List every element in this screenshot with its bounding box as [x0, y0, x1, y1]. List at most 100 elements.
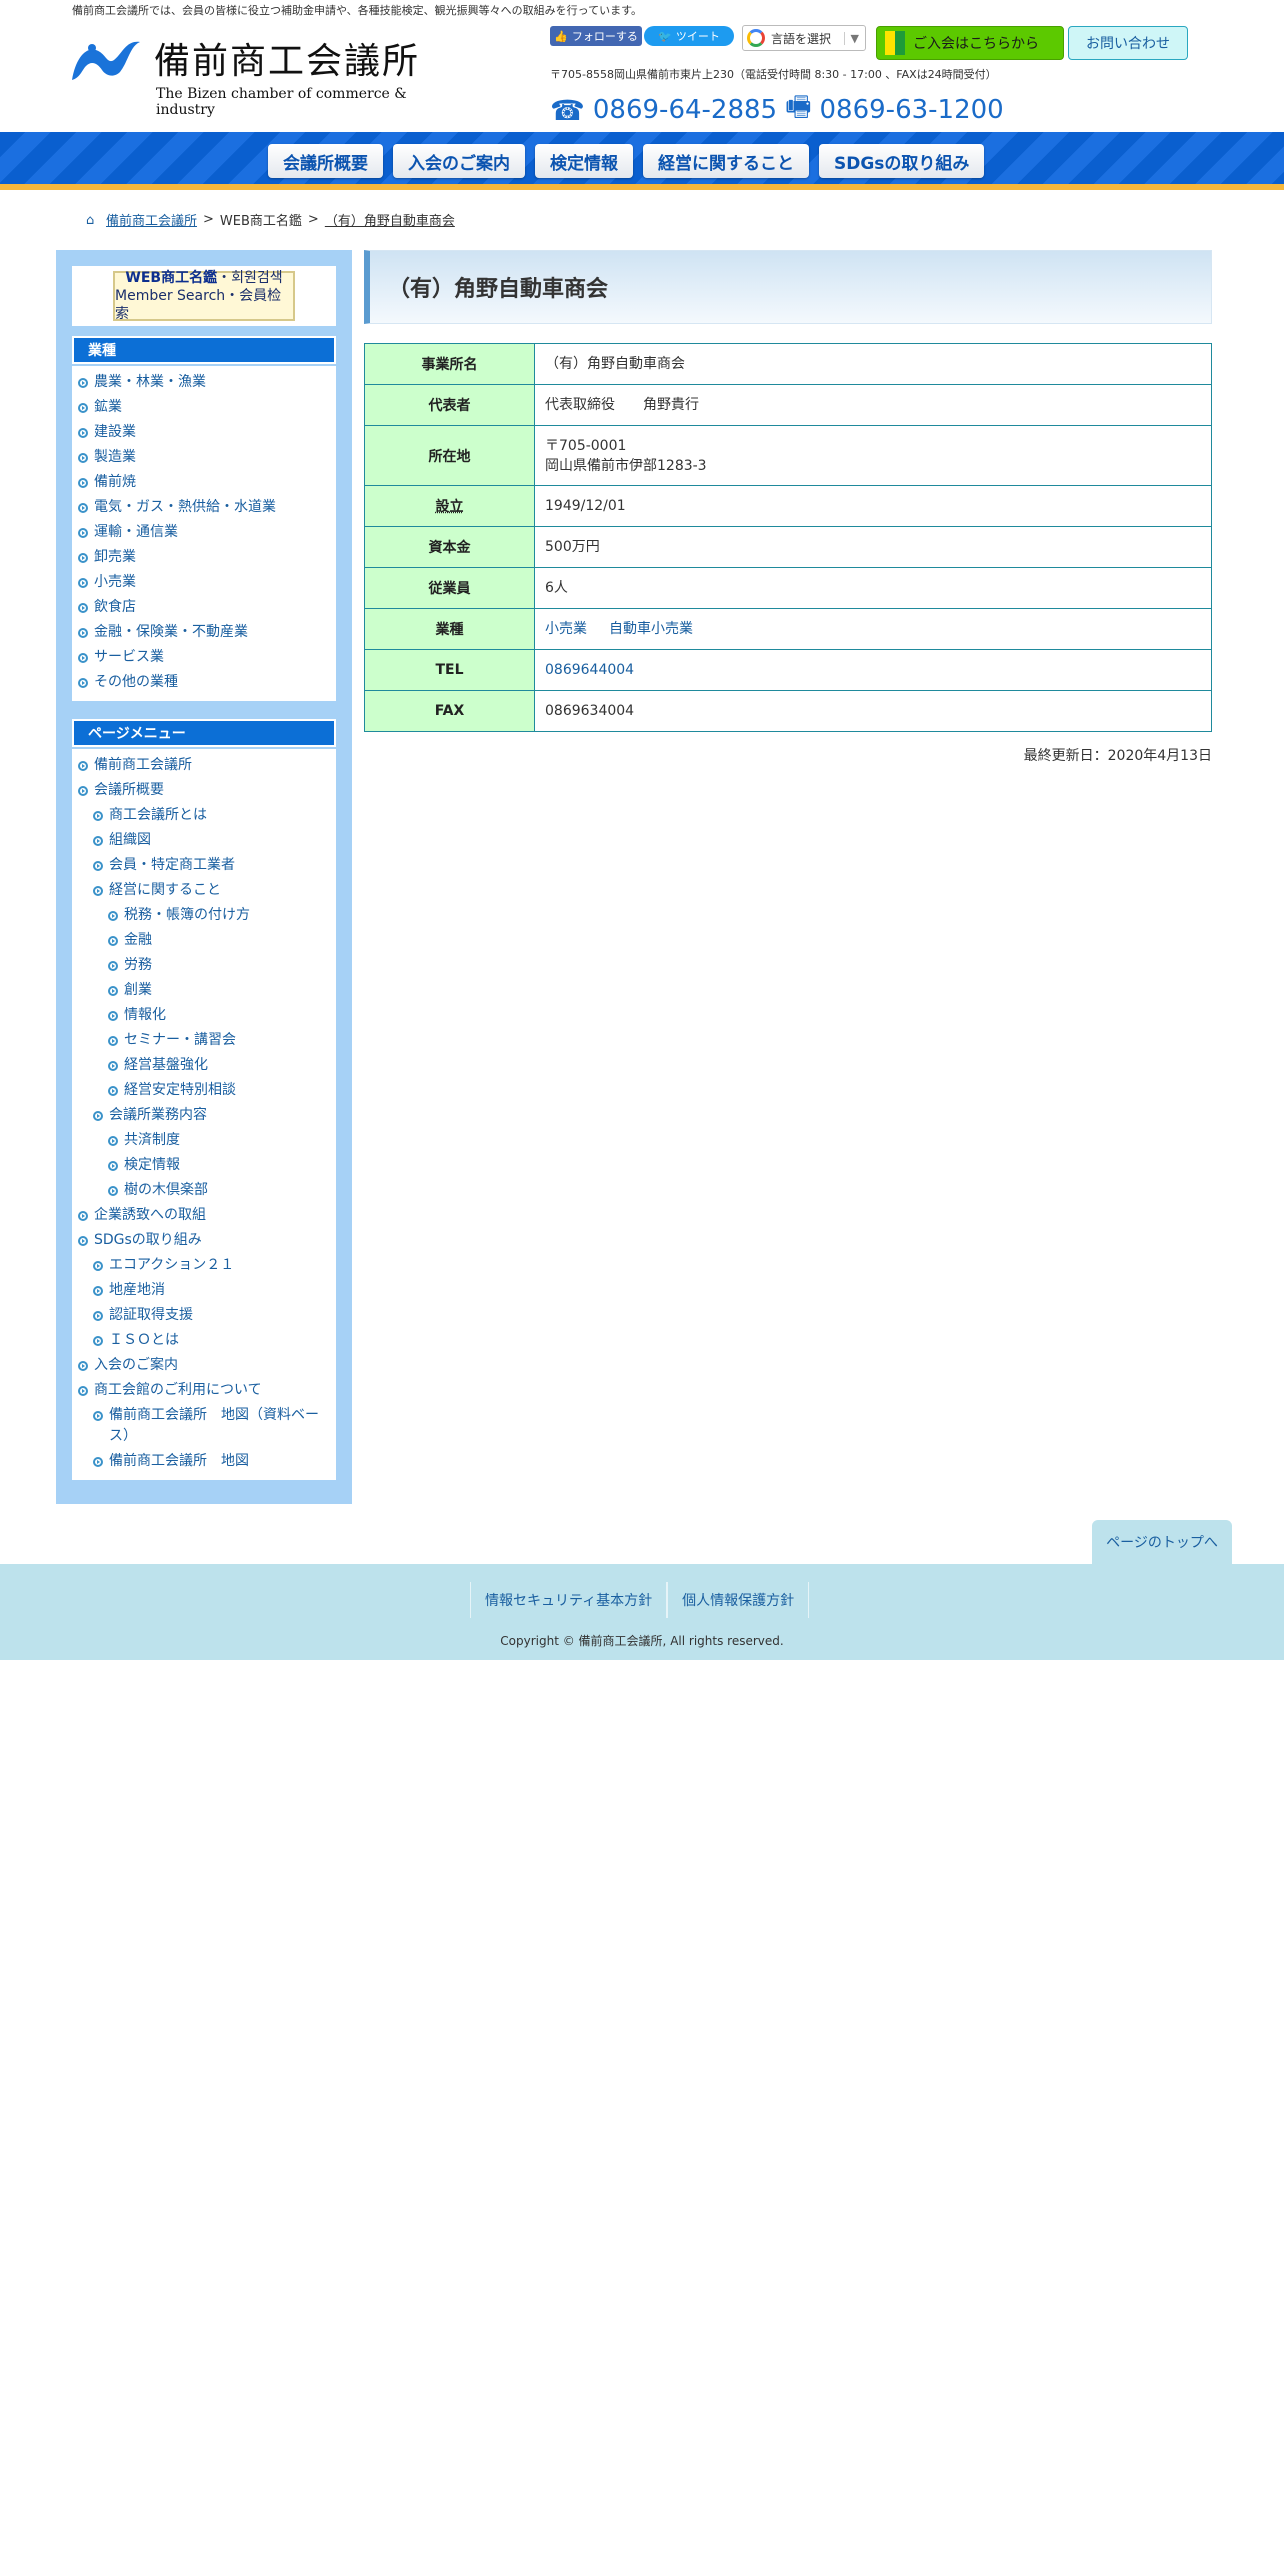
sidebar-item[interactable]: 金融・保険業・不動産業 — [72, 620, 336, 645]
sidebar-item[interactable]: 電気・ガス・熱供給・水道業 — [72, 495, 336, 520]
bullet-arrow-icon — [78, 478, 88, 488]
industry-link-retail[interactable]: 小売業 — [545, 621, 587, 637]
sidebar-item[interactable]: 飲食店 — [72, 595, 336, 620]
bullet-arrow-icon — [108, 1136, 118, 1146]
sidebar-item[interactable]: 税務・帳簿の付け方 — [72, 903, 336, 928]
bullet-arrow-icon — [93, 1457, 103, 1467]
nav-item-management[interactable]: 経営に関すること — [643, 144, 809, 178]
sidebar-item[interactable]: 入会のご案内 — [72, 1353, 336, 1378]
sidebar-item[interactable]: 組織図 — [72, 828, 336, 853]
sidebar-item[interactable]: 製造業 — [72, 445, 336, 470]
sidebar-item[interactable]: 商工会議所とは — [72, 803, 336, 828]
sidebar-item[interactable]: 会員・特定商工業者 — [72, 853, 336, 878]
sidebar-item[interactable]: 創業 — [72, 978, 336, 1003]
facebook-follow-button[interactable]: 👍 フォローする — [550, 26, 642, 46]
bullet-arrow-icon — [93, 836, 103, 846]
tel-link[interactable]: 0869644004 — [545, 662, 634, 678]
sidebar-item[interactable]: 経営安定特別相談 — [72, 1078, 336, 1103]
sidebar-item-label: 金融 — [124, 932, 152, 948]
sidebar-item-label: 卸売業 — [94, 549, 136, 565]
nav-item-exams[interactable]: 検定情報 — [535, 144, 633, 178]
bullet-arrow-icon — [93, 1111, 103, 1121]
breadcrumb-current[interactable]: （有）角野自動車商会 — [325, 210, 455, 229]
dropdown-arrow-icon: ▼ — [843, 31, 865, 45]
sidebar-item[interactable]: 鉱業 — [72, 395, 336, 420]
industry-link-auto-retail[interactable]: 自動車小売業 — [609, 621, 693, 637]
sidebar-item[interactable]: 小売業 — [72, 570, 336, 595]
sidebar-item[interactable]: 会議所業務内容 — [72, 1103, 336, 1128]
sidebar-item-label: 地産地消 — [109, 1282, 165, 1298]
language-label: 言語を選択 — [771, 31, 832, 46]
sidebar-item[interactable]: 農業・林業・漁業 — [72, 370, 336, 395]
sidebar-item[interactable]: 備前焼 — [72, 470, 336, 495]
nav-item-membership[interactable]: 入会のご案内 — [393, 144, 525, 178]
row-value-capital: 500万円 — [534, 526, 1212, 568]
join-button[interactable]: ご入会はこちらから — [876, 26, 1064, 60]
tweet-label: ツイート — [675, 30, 720, 43]
bullet-arrow-icon — [78, 1386, 88, 1396]
sidebar-item-label: ＩＳＯとは — [109, 1332, 179, 1348]
footer-link-privacy-policy[interactable]: 個人情報保護方針 — [667, 1582, 810, 1618]
row-label-address: 所在地 — [364, 425, 535, 486]
sidebar-item[interactable]: 情報化 — [72, 1003, 336, 1028]
sidebar-item[interactable]: 企業誘致への取組 — [72, 1203, 336, 1228]
sidebar-item[interactable]: 経営基盤強化 — [72, 1053, 336, 1078]
row-label-rep: 代表者 — [364, 384, 535, 426]
back-to-top-button[interactable]: ページのトップへ — [1092, 1520, 1232, 1564]
sidebar-item[interactable]: 商工会館のご利用について — [72, 1378, 336, 1403]
sidebar-item[interactable]: 会議所概要 — [72, 778, 336, 803]
sidebar-item[interactable]: 労務 — [72, 953, 336, 978]
sidebar-item[interactable]: 金融 — [72, 928, 336, 953]
bullet-arrow-icon — [93, 1311, 103, 1321]
sidebar-item[interactable]: 樹の木倶楽部 — [72, 1178, 336, 1203]
nav-item-sdgs[interactable]: SDGsの取り組み — [819, 144, 985, 178]
sidebar-item[interactable]: 認証取得支援 — [72, 1303, 336, 1328]
sidebar-item-label: 農業・林業・漁業 — [94, 374, 206, 390]
banner-subtitle: Member Search・会員检索 — [115, 287, 282, 323]
sidebar-item[interactable]: 運輸・通信業 — [72, 520, 336, 545]
table-row: 設立 1949/12/01 — [364, 485, 1212, 527]
sidebar-item-label: 労務 — [124, 957, 152, 973]
sidebar-item-label: 会員・特定商工業者 — [109, 857, 235, 873]
sidebar-item[interactable]: 地産地消 — [72, 1278, 336, 1303]
bullet-arrow-icon — [78, 1361, 88, 1371]
postal-code: 〒705-0001 — [545, 437, 627, 454]
member-search-banner[interactable]: WEB商工名鑑・회원검색 Member Search・会員检索 — [72, 266, 336, 326]
industry-list: 農業・林業・漁業鉱業 建設業製造業備前焼 電気・ガス・熱供給・水道業 運輸・通信業卸売… — [72, 366, 336, 701]
sidebar-item[interactable]: サービス業 — [72, 645, 336, 670]
sidebar-item[interactable]: その他の業種 — [72, 670, 336, 695]
sidebar-item-label: 創業 — [124, 982, 152, 998]
sidebar-item[interactable]: ＩＳＯとは — [72, 1328, 336, 1353]
sidebar-item[interactable]: 備前商工会議所 地図（資料ベース） — [72, 1403, 336, 1449]
sidebar-item[interactable]: 検定情報 — [72, 1153, 336, 1178]
language-select[interactable]: 言語を選択 ▼ — [742, 25, 866, 51]
sidebar-item[interactable]: 経営に関すること — [72, 878, 336, 903]
sidebar-item[interactable]: 備前商工会議所 地図 — [72, 1449, 336, 1474]
breadcrumb-home[interactable]: 備前商工会議所 — [106, 210, 197, 229]
contact-button[interactable]: お問い合わせ — [1068, 26, 1188, 60]
table-row: 従業員 6人 — [364, 567, 1212, 609]
sidebar-item[interactable]: SDGsの取り組み — [72, 1228, 336, 1253]
tweet-button[interactable]: 🐦 ツイート — [644, 26, 734, 46]
sidebar-item-label: 認証取得支援 — [109, 1307, 193, 1323]
header-tel[interactable]: 0869-64-2885 — [593, 95, 777, 125]
breadcrumb-section: WEB商工名鑑 — [219, 214, 302, 229]
bullet-arrow-icon — [78, 628, 88, 638]
footer-link-security-policy[interactable]: 情報セキュリティ基本方針 — [470, 1582, 668, 1618]
sidebar-item[interactable]: 共済制度 — [72, 1128, 336, 1153]
bullet-arrow-icon — [108, 936, 118, 946]
table-row: FAX 0869634004 — [364, 690, 1212, 732]
nav-item-overview[interactable]: 会議所概要 — [268, 144, 383, 178]
sidebar-item-label: 企業誘致への取組 — [94, 1207, 206, 1223]
sidebar-item[interactable]: 備前商工会議所 — [72, 753, 336, 778]
sidebar-item[interactable]: エコアクション２１ — [72, 1253, 336, 1278]
logo-title: 備前商工会議所 — [154, 41, 421, 82]
site-logo[interactable]: 備前商工会議所 The Bizen chamber of commerce & … — [70, 30, 450, 118]
sidebar-item[interactable]: 建設業 — [72, 420, 336, 445]
sidebar-item[interactable]: セミナー・講習会 — [72, 1028, 336, 1053]
sidebar-item-label: 製造業 — [94, 449, 136, 465]
follow-label: フォローする — [571, 30, 638, 43]
sidebar-item-label: 小売業 — [94, 574, 136, 590]
row-value-address: 〒705-0001 岡山県備前市伊部1283-3 — [534, 425, 1212, 486]
sidebar-item[interactable]: 卸売業 — [72, 545, 336, 570]
